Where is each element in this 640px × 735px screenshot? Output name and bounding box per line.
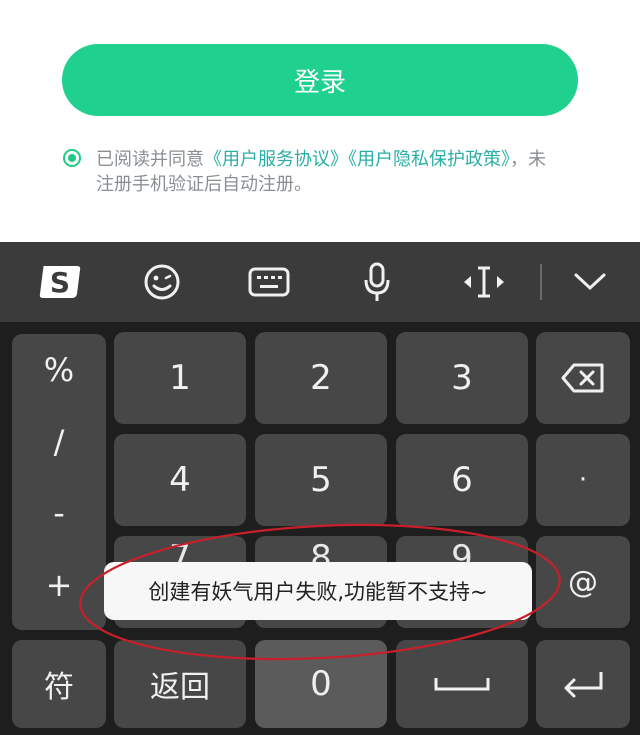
backspace-key[interactable]: [536, 332, 630, 424]
key-6[interactable]: 6: [396, 434, 528, 526]
space-icon: [434, 678, 490, 691]
agreement-radio[interactable]: [63, 149, 81, 167]
symbol-plus[interactable]: +: [12, 566, 106, 604]
symbol-minus[interactable]: -: [12, 494, 106, 532]
key-at[interactable]: @: [536, 536, 630, 628]
microphone-icon[interactable]: [353, 258, 401, 306]
key-5[interactable]: 5: [255, 434, 387, 526]
agreement-prefix: 已阅读并同意: [96, 149, 204, 170]
key-0[interactable]: 0: [255, 640, 387, 728]
agreement-text: 已阅读并同意《用户服务协议》《用户隐私保护政策》，未注册手机验证后自动注册。: [96, 147, 546, 197]
symbol-slash[interactable]: /: [12, 423, 106, 461]
space-key[interactable]: [396, 640, 528, 728]
collapse-chevron-icon[interactable]: [566, 258, 614, 306]
return-key[interactable]: 返回: [114, 640, 246, 728]
key-4[interactable]: 4: [114, 434, 246, 526]
emoji-icon[interactable]: [138, 258, 186, 306]
toolbar-divider: [540, 264, 542, 300]
key-3[interactable]: 3: [396, 332, 528, 424]
user-service-agreement-link[interactable]: 《用户服务协议》: [204, 149, 348, 170]
key-1[interactable]: 1: [114, 332, 246, 424]
privacy-policy-link[interactable]: 《用户隐私保护政策》: [348, 149, 510, 170]
sogou-logo-icon[interactable]: S: [36, 258, 84, 306]
enter-icon: [564, 672, 603, 698]
symbol-percent[interactable]: %: [12, 351, 106, 389]
error-toast: 创建有妖气用户失败,功能暂不支持~: [104, 562, 532, 620]
backspace-icon: [561, 363, 604, 393]
svg-text:S: S: [50, 266, 70, 299]
key-2[interactable]: 2: [255, 332, 387, 424]
cursor-move-icon[interactable]: [460, 258, 508, 306]
enter-key[interactable]: [536, 640, 630, 728]
keyboard-toolbar: S: [0, 242, 640, 322]
keyboard-icon[interactable]: [245, 258, 293, 306]
login-button[interactable]: 登录: [62, 44, 578, 116]
symbol-key[interactable]: 符: [12, 640, 106, 728]
key-dot[interactable]: ·: [536, 434, 630, 526]
